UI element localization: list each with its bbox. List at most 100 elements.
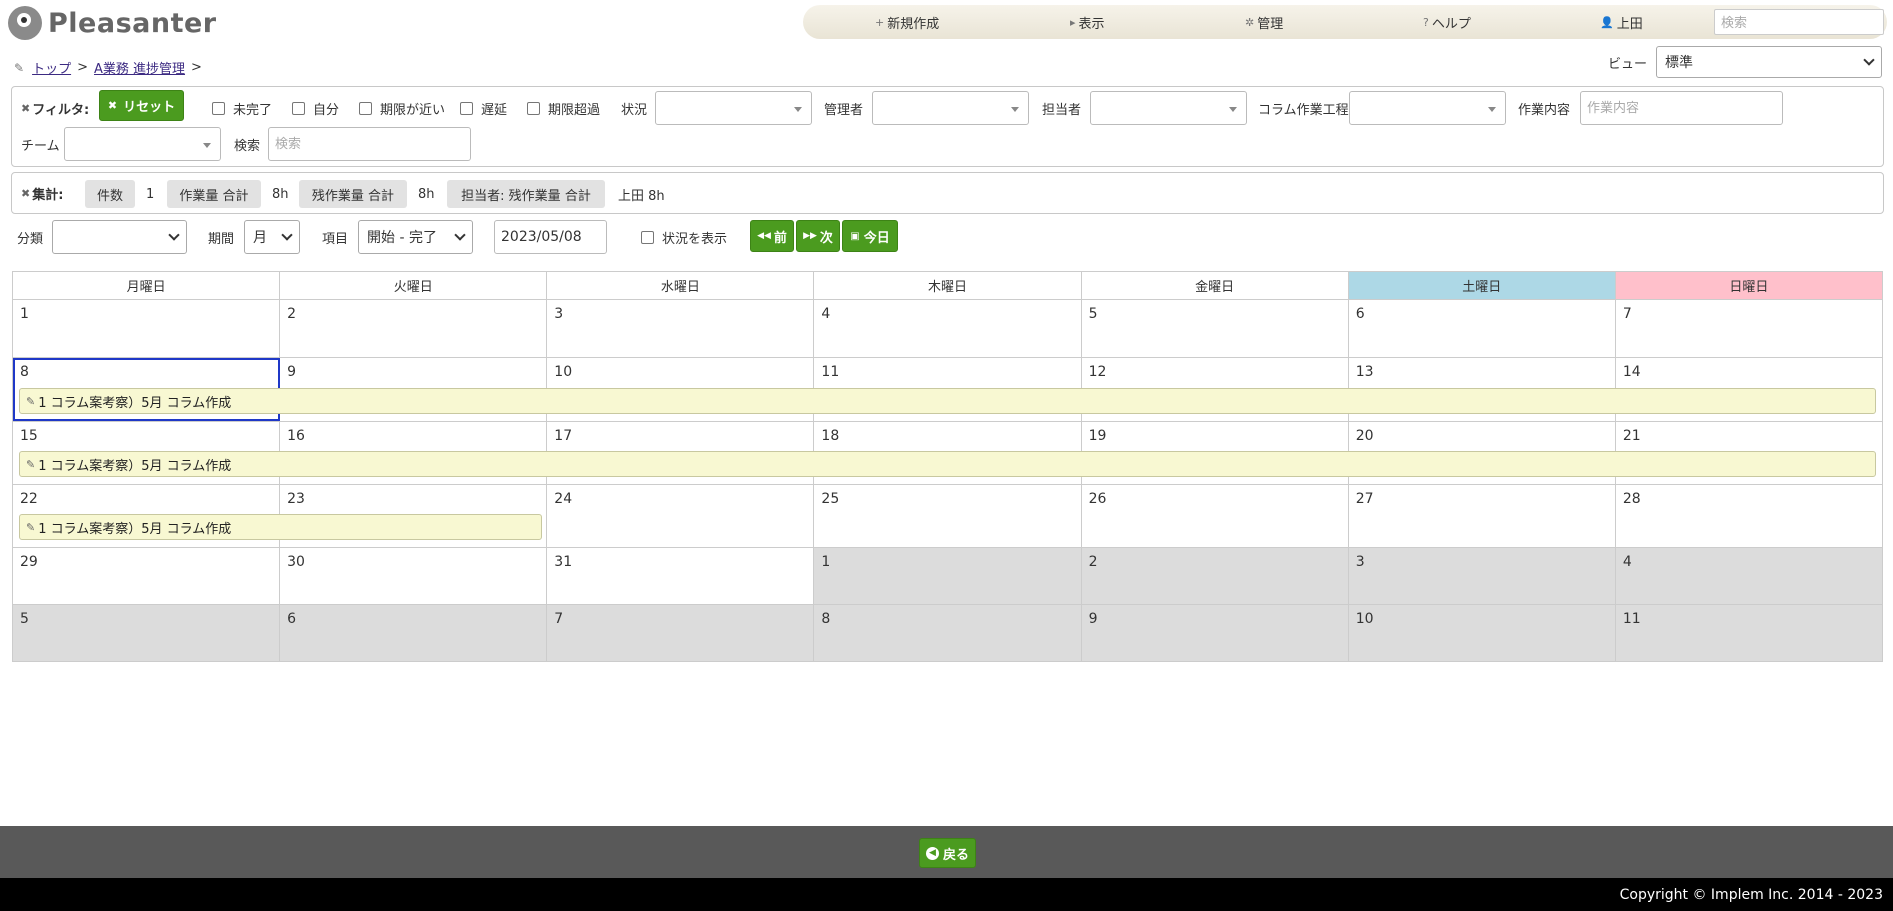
filter-reset-label: リセット: [123, 100, 176, 115]
calendar-week: 1 2 3 4 5 6 7: [12, 300, 1883, 358]
checkbox[interactable]: [527, 101, 540, 115]
breadcrumb: ✎ トップ > A業務 進捗管理 >: [14, 58, 202, 77]
calendar-day-other-month[interactable]: 4: [1615, 548, 1883, 604]
nav-manage[interactable]: ✲ 管理: [1245, 5, 1283, 39]
prev-label: 前: [773, 230, 787, 246]
view-select[interactable]: 標準: [1656, 46, 1883, 78]
calendar-day-other-month[interactable]: 1: [814, 548, 1082, 604]
calendar-week: 22 23 24 25 26 27 28 ✎ 1 コラム案考察）5月 コラム作成: [12, 485, 1883, 548]
calendar-day[interactable]: 30: [280, 548, 548, 604]
calendar-day-other-month[interactable]: 10: [1348, 605, 1616, 661]
back-button[interactable]: ◀ 戻る: [919, 838, 976, 868]
summary-panel: ✖ 集計: 件数 1 作業量 合計 8h 残作業量 合計 8h 担当者: 残作業…: [11, 172, 1884, 214]
calendar-day[interactable]: 28: [1616, 485, 1883, 547]
summary-count-value: 1: [146, 186, 155, 202]
nav-new[interactable]: + 新規作成: [875, 5, 939, 39]
calendar-day[interactable]: 25: [814, 485, 1082, 547]
calendar-day-other-month[interactable]: 5: [13, 605, 281, 661]
calendar-day[interactable]: 27: [1349, 485, 1616, 547]
today-label: 今日: [863, 230, 890, 246]
calendar-day-other-month[interactable]: 3: [1348, 548, 1616, 604]
logo[interactable]: Pleasanter: [8, 6, 217, 40]
breadcrumb-top[interactable]: トップ: [32, 58, 71, 77]
calendar-day-other-month[interactable]: 9: [1081, 605, 1349, 661]
weekday-sun: 日曜日: [1615, 272, 1882, 299]
nav-help[interactable]: ? ヘルプ: [1423, 5, 1471, 39]
weekday-fri: 金曜日: [1082, 272, 1349, 299]
filter-manager-select[interactable]: [872, 91, 1029, 125]
calendar-day[interactable]: 29: [13, 548, 281, 604]
filter-column-label: コラム作業工程: [1258, 102, 1349, 118]
calendar-day[interactable]: 1: [13, 300, 281, 357]
calendar-day-other-month[interactable]: 2: [1081, 548, 1349, 604]
filter-overdue[interactable]: 期限超過: [527, 96, 600, 120]
calendar-day-other-month[interactable]: 7: [547, 605, 815, 661]
summary-owner-remain-tag: 担当者: 残作業量 合計: [447, 180, 605, 208]
summary-work-total-value: 8h: [272, 186, 289, 202]
filter-overdue-label: 期限超過: [548, 102, 601, 118]
breadcrumb-site[interactable]: A業務 進捗管理: [94, 58, 185, 77]
item-select[interactable]: 開始 - 完了: [358, 220, 473, 254]
filter-self[interactable]: 自分: [292, 96, 339, 120]
chevron-down-icon: [454, 229, 466, 241]
filter-team-select[interactable]: [64, 127, 221, 161]
today-button[interactable]: ▣ 今日: [842, 220, 898, 252]
calendar-item[interactable]: ✎ 1 コラム案考察）5月 コラム作成: [19, 451, 1876, 477]
calendar-item[interactable]: ✎ 1 コラム案考察）5月 コラム作成: [19, 388, 1876, 414]
calendar-day[interactable]: 5: [1082, 300, 1349, 357]
nav-view[interactable]: ▸ 表示: [1070, 5, 1105, 39]
filter-reset-button[interactable]: ✖ リセット: [99, 90, 184, 121]
filter-column-select[interactable]: [1349, 91, 1506, 125]
filter-search-input[interactable]: [268, 127, 471, 161]
calendar-day[interactable]: 4: [814, 300, 1082, 357]
next-button[interactable]: ▶▶ 次: [796, 220, 840, 252]
breadcrumb-separator: >: [191, 60, 202, 75]
category-select[interactable]: [52, 220, 187, 254]
calendar-day-other-month[interactable]: 11: [1615, 605, 1883, 661]
calendar-item-label: 1 コラム案考察）5月 コラム作成: [38, 395, 232, 411]
nav-help-label: ヘルプ: [1431, 16, 1471, 32]
calendar-day[interactable]: 24: [547, 485, 815, 547]
filter-owner-select[interactable]: [1090, 91, 1247, 125]
calendar-day[interactable]: 31: [547, 548, 815, 604]
summary-remain-total-tag: 残作業量 合計: [299, 180, 407, 208]
summary-title[interactable]: ✖ 集計:: [21, 182, 63, 204]
checkbox[interactable]: [292, 101, 305, 115]
user-icon: 👤: [1600, 15, 1614, 29]
filter-status-select[interactable]: [655, 91, 812, 125]
checkbox[interactable]: [359, 101, 372, 115]
chevron-down-icon: [1863, 54, 1875, 66]
summary-title-label: 集計:: [32, 187, 64, 203]
filter-search-label: 検索: [234, 138, 261, 154]
calendar-day[interactable]: 7: [1616, 300, 1883, 357]
checkbox[interactable]: [212, 101, 225, 115]
prev-button[interactable]: ◀◀ 前: [750, 220, 794, 252]
calendar-day-other-month[interactable]: 6: [280, 605, 548, 661]
filter-title[interactable]: ✖ フィルタ:: [21, 96, 89, 120]
period-select[interactable]: 月: [244, 220, 300, 254]
header-search-input[interactable]: [1714, 9, 1884, 35]
calendar-day[interactable]: 26: [1082, 485, 1349, 547]
weekday-tue: 火曜日: [280, 272, 548, 299]
calendar-day[interactable]: 6: [1349, 300, 1616, 357]
weekday-sat: 土曜日: [1348, 272, 1616, 299]
date-input[interactable]: [494, 220, 607, 254]
filter-delay[interactable]: 遅延: [460, 96, 507, 120]
filter-near-due[interactable]: 期限が近い: [359, 96, 445, 120]
summary-count-tag: 件数: [85, 180, 135, 208]
nav-user[interactable]: 👤 上田: [1600, 5, 1643, 39]
show-status-toggle[interactable]: 状況を表示: [641, 225, 727, 249]
calendar-day-other-month[interactable]: 8: [814, 605, 1082, 661]
plus-icon: +: [875, 15, 885, 29]
double-chevron-right-icon: ▶▶: [803, 231, 817, 241]
calendar-day[interactable]: 3: [547, 300, 815, 357]
filter-panel: ✖ フィルタ: ✖ リセット 未完了 自分 期限が近い 遅延 期限超過 状況 管…: [11, 86, 1884, 167]
filter-work-input[interactable]: [1580, 91, 1783, 125]
item-value: 開始 - 完了: [367, 230, 437, 246]
filter-incomplete[interactable]: 未完了: [212, 96, 272, 120]
checkbox[interactable]: [460, 101, 473, 115]
calendar-item[interactable]: ✎ 1 コラム案考察）5月 コラム作成: [19, 514, 542, 540]
nav-manage-label: 管理: [1257, 16, 1284, 32]
checkbox[interactable]: [641, 230, 654, 244]
calendar-day[interactable]: 2: [280, 300, 548, 357]
